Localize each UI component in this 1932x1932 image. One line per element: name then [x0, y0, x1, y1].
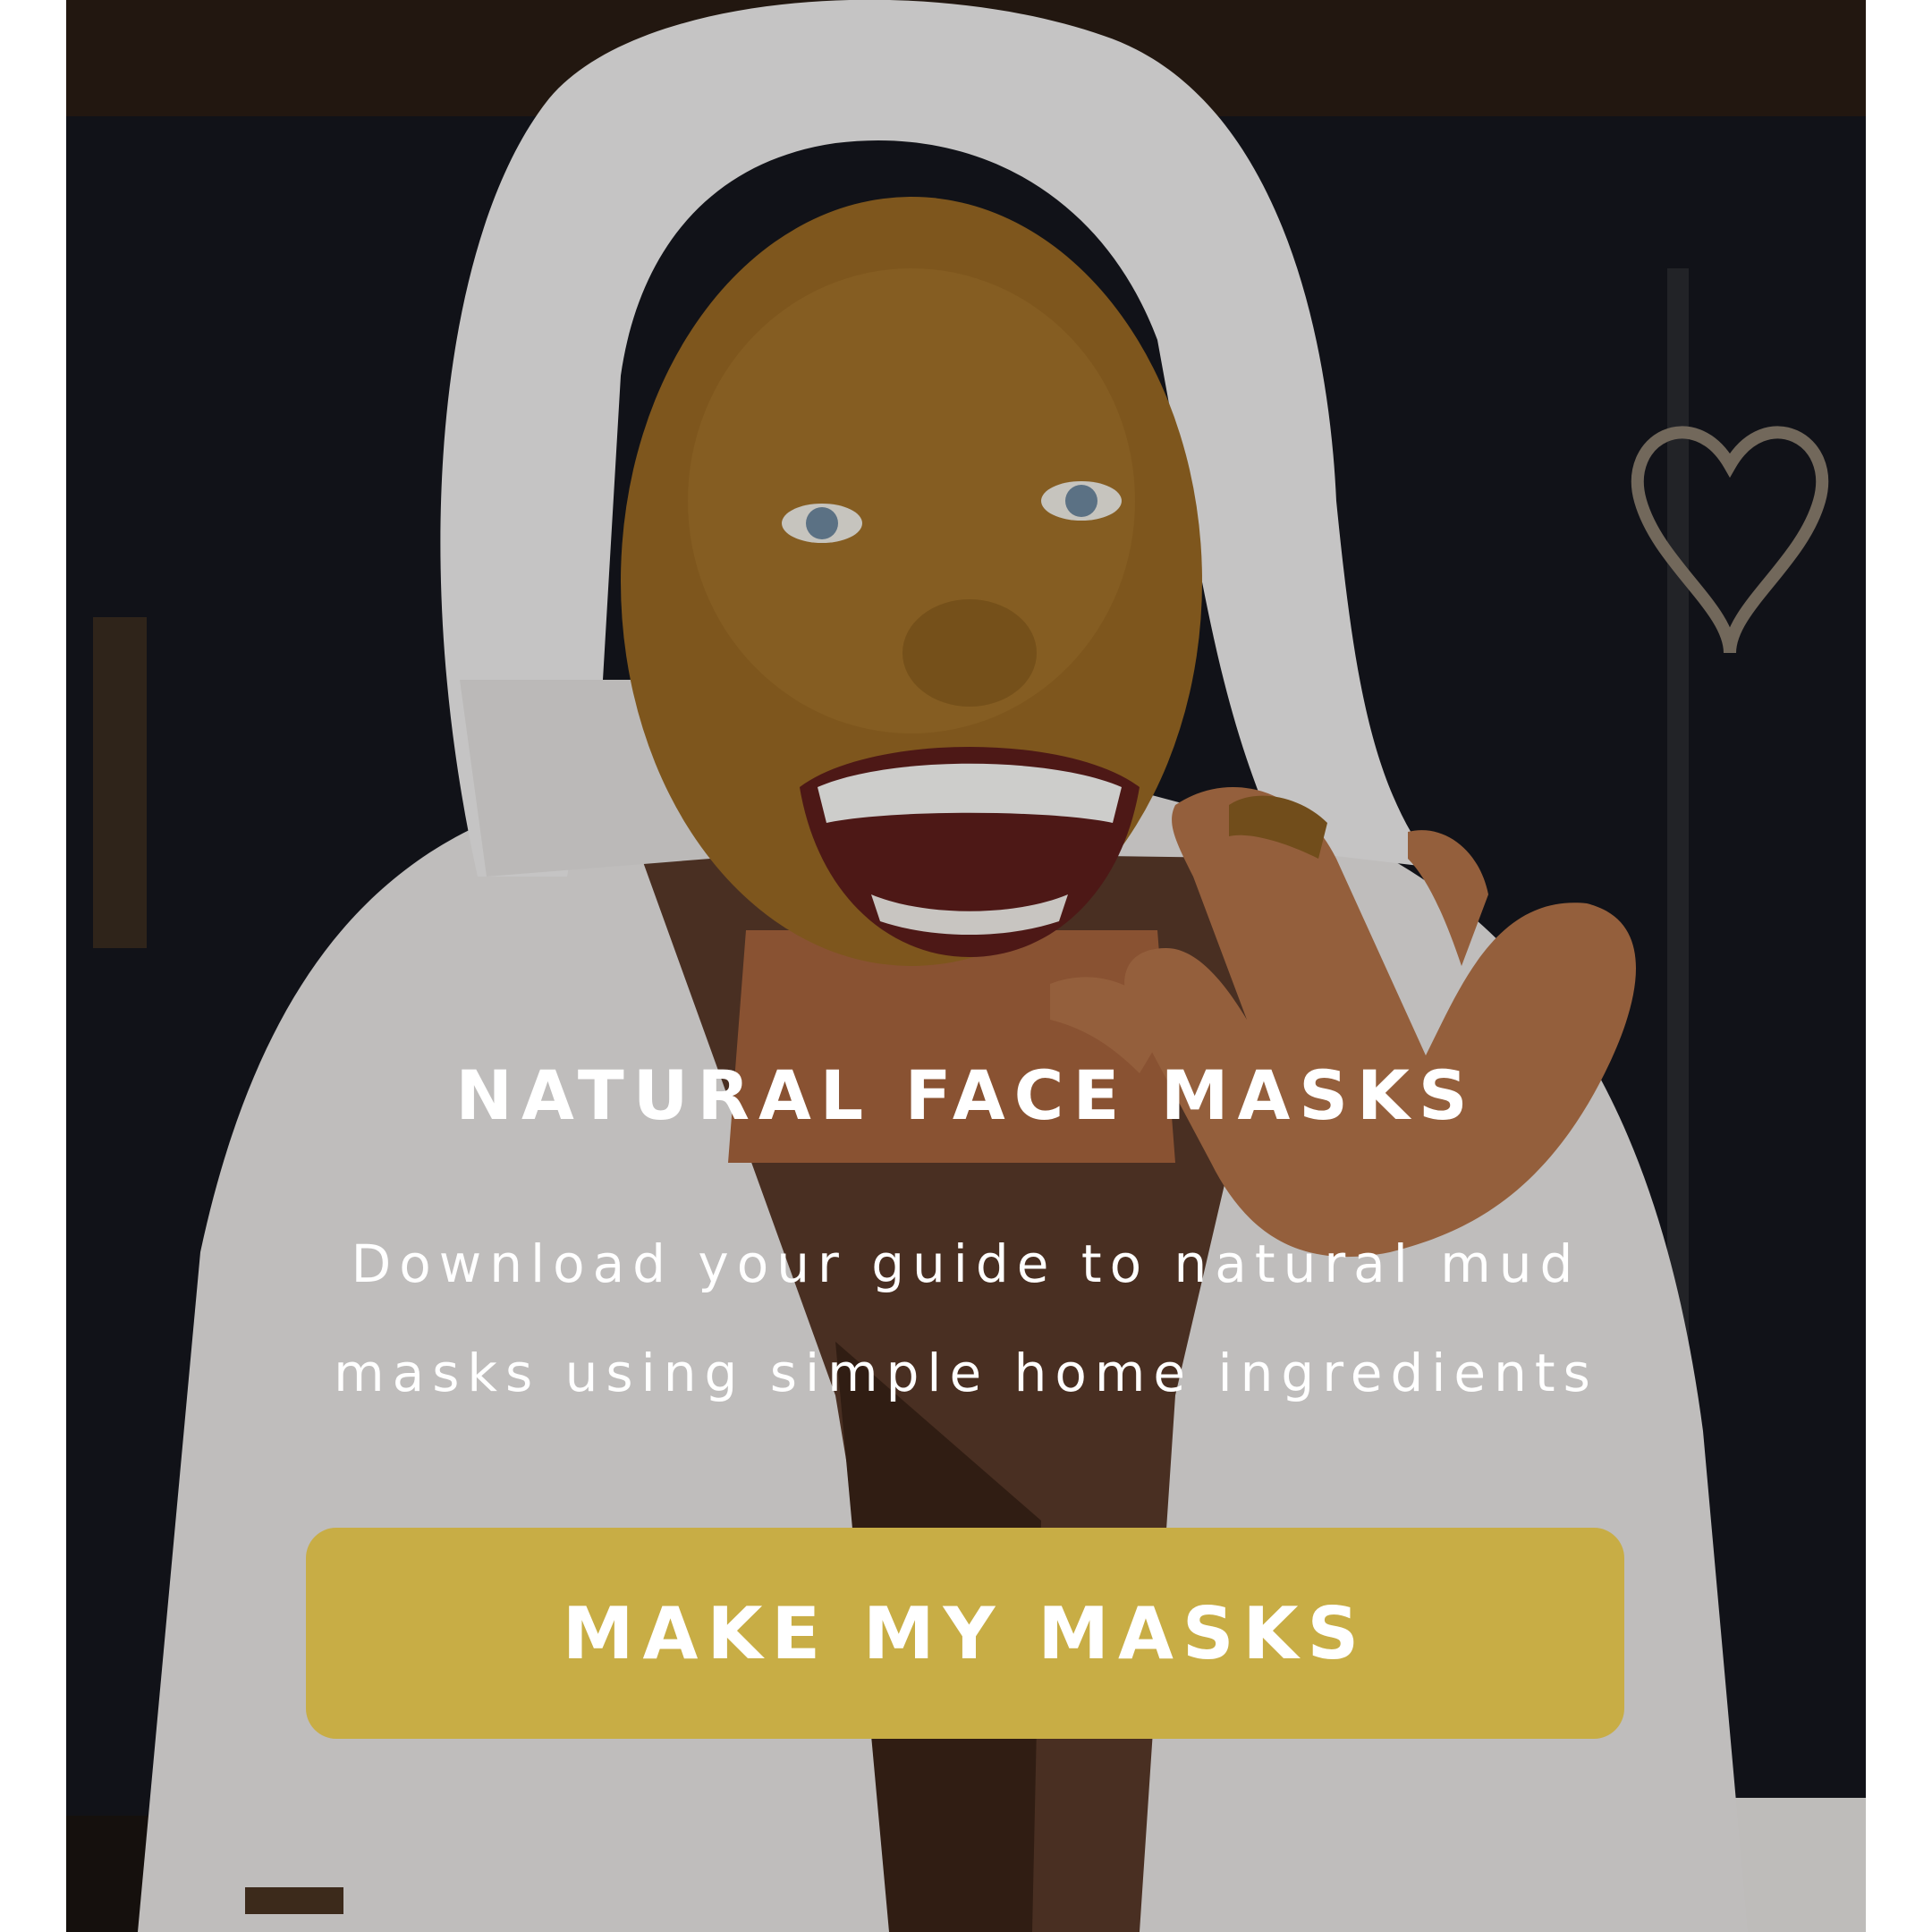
subtitle: Download your guide to natural mud masks… [245, 1209, 1687, 1428]
cta-label: MAKE MY MASKS [562, 1591, 1368, 1675]
make-my-masks-button[interactable]: MAKE MY MASKS [306, 1528, 1624, 1739]
subtitle-line-2: masks using simple home ingredients [334, 1343, 1598, 1403]
page-title: NATURAL FACE MASKS [455, 1055, 1477, 1135]
subtitle-line-1: Download your guide to natural mud [351, 1233, 1581, 1294]
hero-banner: NATURAL FACE MASKS Download your guide t… [66, 0, 1866, 1932]
page: NATURAL FACE MASKS Download your guide t… [0, 0, 1932, 1932]
